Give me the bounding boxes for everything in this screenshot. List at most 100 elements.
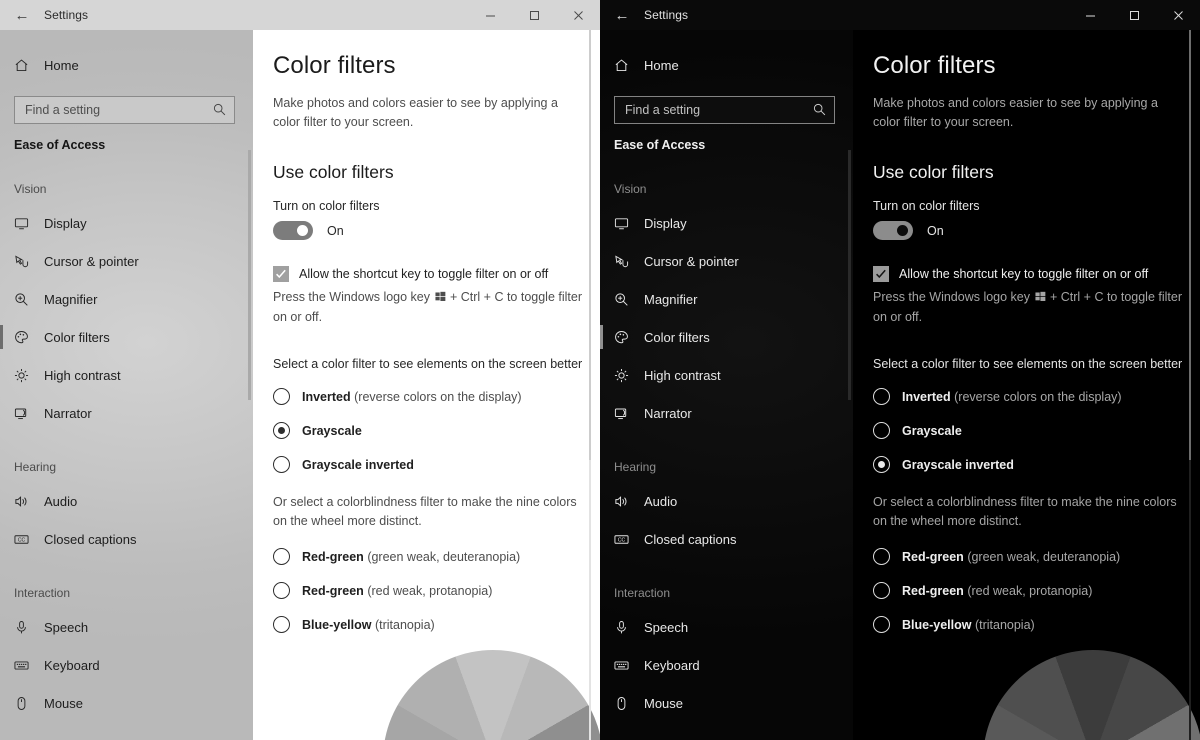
sidebar-item-home[interactable]: Home (600, 48, 853, 82)
shortcut-checkbox-row[interactable]: Allow the shortcut key to toggle filter … (873, 266, 1200, 282)
shortcut-checkbox[interactable] (273, 266, 289, 282)
sidebar-item-label: Audio (644, 493, 678, 509)
search-input[interactable] (625, 103, 813, 117)
radio-deuteranopia[interactable]: Red-green (green weak, deuteranopia) (273, 548, 600, 565)
sidebar-group-hearing: Hearing (14, 460, 57, 474)
radio-indicator[interactable] (873, 456, 890, 473)
sidebar-item-mouse[interactable]: Mouse (600, 684, 853, 722)
window-body-dark: Home Ease of Access Vision Display Curs (600, 30, 1200, 740)
minimize-button[interactable] (1068, 0, 1112, 30)
shortcut-checkbox[interactable] (873, 266, 889, 282)
radio-tritanopia[interactable]: Blue-yellow (tritanopia) (873, 616, 1200, 633)
content-scrollbar[interactable] (589, 30, 591, 740)
back-arrow-icon[interactable]: ← (0, 0, 44, 30)
radio-indicator[interactable] (273, 456, 290, 473)
minimize-button[interactable] (468, 0, 512, 30)
sidebar-item-magnifier[interactable]: Magnifier (0, 280, 253, 318)
sidebar-group-vision: Vision (14, 182, 47, 196)
page-description: Make photos and colors easier to see by … (273, 96, 558, 129)
radio-indicator[interactable] (273, 548, 290, 565)
radio-grayscale-inverted[interactable]: Grayscale inverted (273, 456, 600, 473)
radio-indicator[interactable] (873, 422, 890, 439)
sidebar-item-label: Display (44, 215, 87, 231)
toggle-state-label: On (927, 223, 944, 238)
maximize-button[interactable] (512, 0, 556, 30)
color-filters-toggle[interactable] (873, 221, 913, 240)
radio-inverted[interactable]: Inverted (reverse colors on the display) (273, 388, 600, 405)
sidebar-item-keyboard[interactable]: Keyboard (0, 646, 253, 684)
radio-protanopia[interactable]: Red-green (red weak, protanopia) (273, 582, 600, 599)
shortcut-checkbox-row[interactable]: Allow the shortcut key to toggle filter … (273, 266, 600, 282)
radio-indicator[interactable] (273, 616, 290, 633)
content-pane-dark: Color filters Make photos and colors eas… (853, 30, 1200, 740)
color-filters-toggle-row: On (273, 221, 600, 240)
sidebar-item-high-contrast[interactable]: High contrast (0, 356, 253, 394)
sun-icon (14, 368, 44, 383)
radio-name: Red-green (902, 549, 964, 564)
sidebar-item-color-filters[interactable]: Color filters (600, 318, 853, 356)
content-scrollbar[interactable] (1189, 30, 1191, 740)
sidebar-item-closed-captions[interactable]: CC Closed captions (600, 520, 853, 558)
scrollbar-thumb[interactable] (1189, 30, 1191, 460)
radio-tritanopia[interactable]: Blue-yellow (tritanopia) (273, 616, 600, 633)
radio-indicator[interactable] (873, 616, 890, 633)
sidebar-item-cursor-pointer[interactable]: Cursor & pointer (600, 242, 853, 280)
speaker-icon (14, 494, 44, 509)
search-icon (813, 103, 826, 118)
sidebar-item-narrator[interactable]: Narrator (0, 394, 253, 432)
radio-grayscale-inverted[interactable]: Grayscale inverted (873, 456, 1200, 473)
radio-protanopia[interactable]: Red-green (red weak, protanopia) (873, 582, 1200, 599)
color-filters-toggle[interactable] (273, 221, 313, 240)
radio-grayscale[interactable]: Grayscale (873, 422, 1200, 439)
svg-text:CC: CC (618, 537, 626, 543)
sidebar-scrollbar[interactable] (248, 150, 251, 400)
radio-name: Inverted (902, 389, 951, 404)
scrollbar-thumb[interactable] (589, 30, 591, 460)
radio-indicator[interactable] (273, 582, 290, 599)
radio-indicator[interactable] (273, 388, 290, 405)
windows-logo-key-icon (1034, 289, 1046, 308)
sidebar-item-mouse[interactable]: Mouse (0, 684, 253, 722)
sidebar-section-title: Ease of Access (14, 138, 106, 152)
content-pane-light: Color filters Make photos and colors eas… (253, 30, 600, 740)
section-heading-use-color-filters: Use color filters (873, 162, 994, 182)
sidebar-item-audio[interactable]: Audio (0, 482, 253, 520)
sidebar-item-speech[interactable]: Speech (0, 608, 253, 646)
sidebar-item-keyboard[interactable]: Keyboard (600, 646, 853, 684)
radio-inverted[interactable]: Inverted (reverse colors on the display) (873, 388, 1200, 405)
sidebar-item-audio[interactable]: Audio (600, 482, 853, 520)
sidebar-item-color-filters[interactable]: Color filters (0, 318, 253, 356)
sidebar-group-hearing: Hearing (614, 460, 657, 474)
radio-grayscale[interactable]: Grayscale (273, 422, 600, 439)
radio-deuteranopia[interactable]: Red-green (green weak, deuteranopia) (873, 548, 1200, 565)
sidebar-home-label: Home (644, 57, 679, 73)
radio-indicator[interactable] (873, 388, 890, 405)
maximize-button[interactable] (1112, 0, 1156, 30)
toggle-knob (897, 225, 908, 236)
radio-indicator[interactable] (273, 422, 290, 439)
sidebar-item-cursor-pointer[interactable]: Cursor & pointer (0, 242, 253, 280)
back-arrow-icon[interactable]: ← (600, 0, 644, 30)
radio-name: Blue-yellow (302, 617, 372, 632)
sidebar-item-home[interactable]: Home (0, 48, 253, 82)
sidebar-item-label: High contrast (44, 367, 121, 383)
close-button[interactable] (1156, 0, 1200, 30)
sidebar-item-display[interactable]: Display (0, 204, 253, 242)
search-input[interactable] (25, 103, 213, 117)
radio-indicator[interactable] (873, 548, 890, 565)
sidebar-item-speech[interactable]: Speech (600, 608, 853, 646)
close-button[interactable] (556, 0, 600, 30)
sidebar-item-label: Speech (644, 619, 689, 635)
sidebar-item-closed-captions[interactable]: CC Closed captions (0, 520, 253, 558)
sidebar-item-high-contrast[interactable]: High contrast (600, 356, 853, 394)
sidebar-item-narrator[interactable]: Narrator (600, 394, 853, 432)
sidebar-item-magnifier[interactable]: Magnifier (600, 280, 853, 318)
sidebar-scrollbar[interactable] (848, 150, 851, 400)
sidebar-item-display[interactable]: Display (600, 204, 853, 242)
search-box[interactable] (14, 96, 235, 124)
radio-indicator[interactable] (873, 582, 890, 599)
windows-logo-key-icon (434, 289, 446, 308)
sidebar-item-label: Color filters (644, 329, 710, 345)
search-box[interactable] (614, 96, 835, 124)
radio-name: Grayscale (902, 423, 962, 438)
